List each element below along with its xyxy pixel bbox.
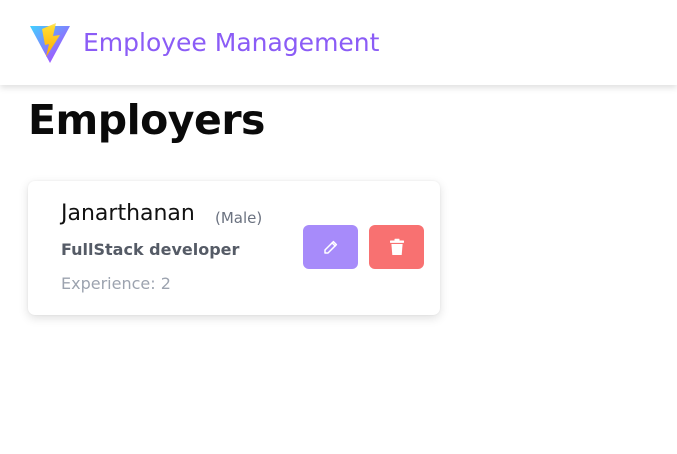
employee-card: Janarthanan (Male) FullStack developer E…	[28, 181, 440, 315]
page-title: Employers	[28, 96, 265, 144]
vite-lightning-logo-icon[interactable]	[28, 21, 72, 65]
employee-name: Janarthanan	[61, 201, 195, 226]
edit-employee-button[interactable]	[303, 225, 358, 269]
trash-icon	[389, 238, 404, 255]
employee-gender: (Male)	[215, 209, 263, 227]
pencil-icon	[323, 240, 337, 254]
employee-experience: Experience: 2	[61, 274, 171, 293]
employee-role: FullStack developer	[61, 240, 240, 259]
app-title[interactable]: Employee Management	[83, 28, 379, 57]
delete-employee-button[interactable]	[369, 225, 424, 269]
top-navbar: Employee Management	[0, 0, 677, 85]
